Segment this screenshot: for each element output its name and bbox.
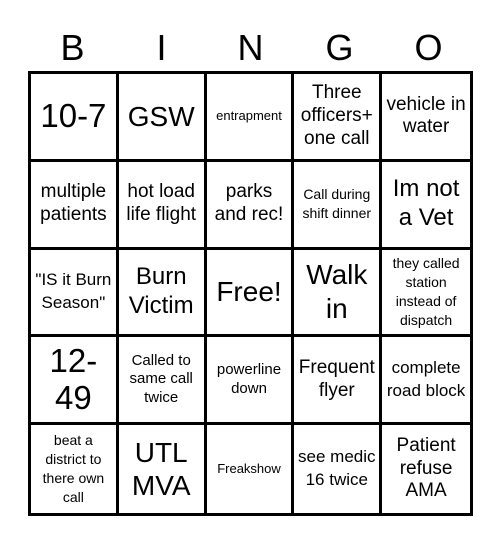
bingo-cell[interactable]: Frequent flyer (294, 337, 383, 426)
bingo-cell[interactable]: 10-7 (31, 74, 119, 162)
header-letter-o: O (414, 27, 443, 68)
bingo-cell[interactable]: see medic 16 twice (294, 425, 383, 513)
bingo-cell[interactable]: Patient refuse AMA (382, 425, 470, 513)
bingo-cell[interactable]: Im not a Vet (382, 162, 470, 250)
bingo-cell[interactable]: "IS it Burn Season" (31, 249, 119, 338)
bingo-cell[interactable]: Called to same call twice (118, 337, 207, 426)
bingo-cell[interactable]: Burn Victim (118, 249, 207, 338)
bingo-cell[interactable]: Freakshow (207, 425, 295, 513)
bingo-cell[interactable]: UTL MVA (119, 425, 207, 513)
bingo-cell[interactable]: Three officers+ one call (294, 74, 383, 162)
free-space-cell[interactable]: Free! (206, 249, 295, 338)
bingo-cell[interactable]: parks and rec! (206, 161, 295, 250)
header-letter-g: G (325, 27, 354, 68)
bingo-cell[interactable]: multiple patients (31, 161, 119, 250)
bingo-cell[interactable]: entrapment (206, 74, 295, 162)
bingo-cell[interactable]: complete road block (382, 337, 470, 426)
bingo-grid: 10-7 GSW entrapment Three officers+ one … (28, 71, 473, 516)
bingo-cell[interactable]: they called station instead of dispatch (382, 250, 470, 338)
bingo-cell[interactable]: 12-49 (31, 337, 119, 426)
bingo-cell[interactable]: vehicle in water (382, 74, 470, 162)
bingo-cell[interactable]: Call during shift dinner (294, 161, 383, 250)
bingo-cell[interactable]: GSW (118, 74, 207, 162)
header-letter-n: N (237, 27, 264, 68)
bingo-header: B I N G O (28, 28, 473, 68)
header-letter-i: I (156, 27, 167, 68)
bingo-cell[interactable]: Walk in (294, 249, 383, 338)
bingo-cell[interactable]: hot load life flight (118, 161, 207, 250)
header-letter-b: B (60, 27, 85, 68)
bingo-cell[interactable]: powerline down (206, 337, 295, 426)
bingo-cell[interactable]: beat a district to there own call (31, 425, 119, 513)
